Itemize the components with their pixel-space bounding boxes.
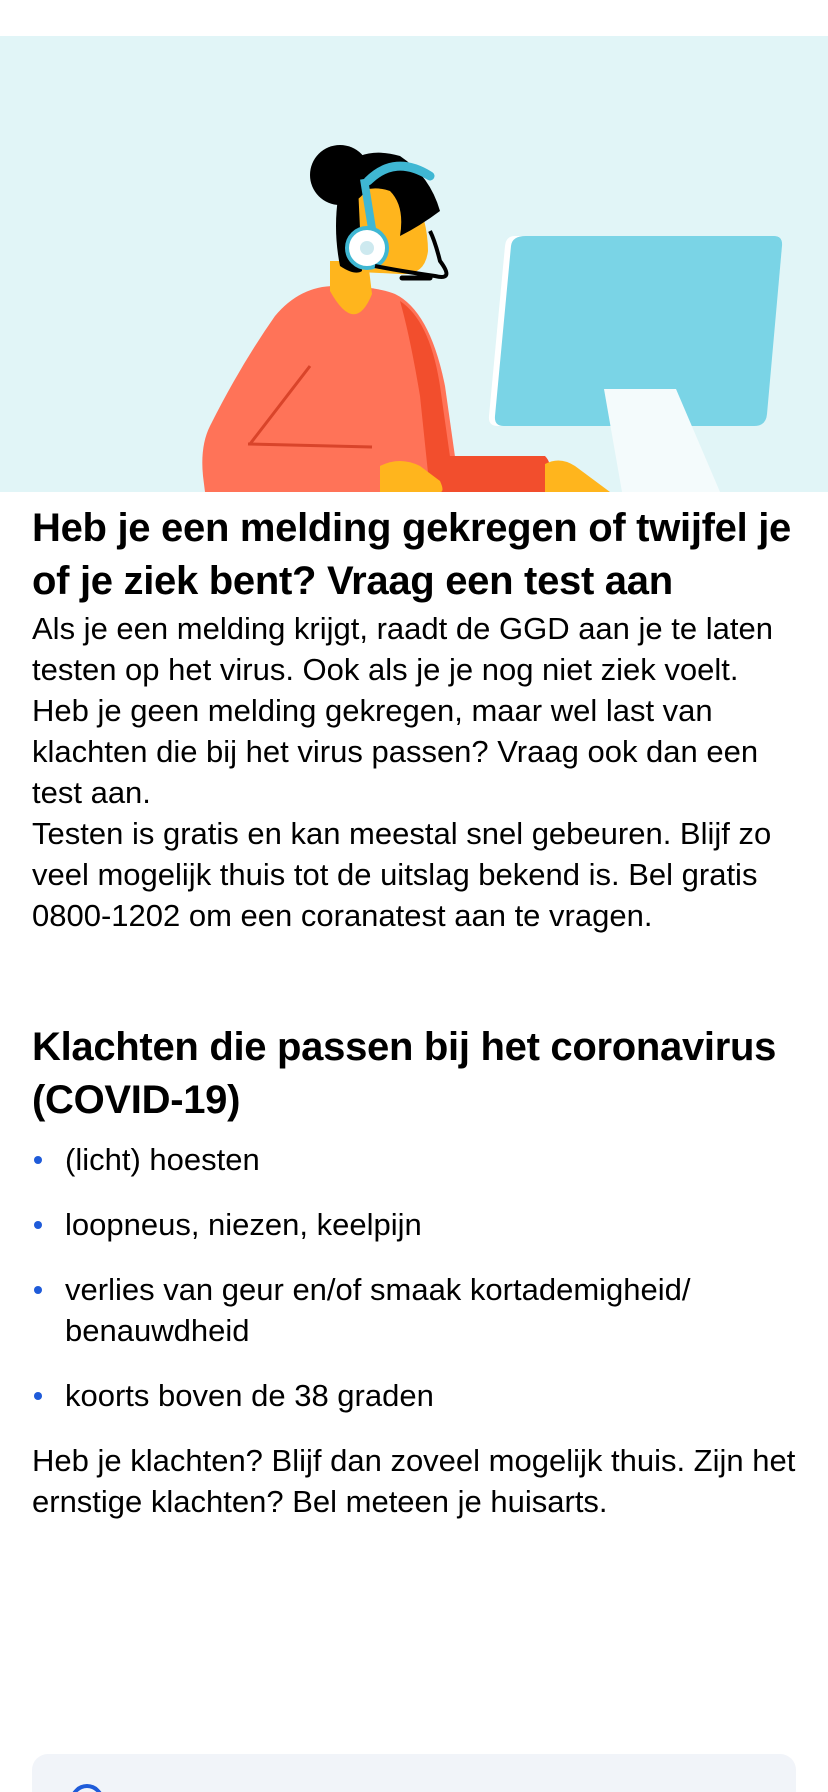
test-section-title: Heb je een melding gekregen of twijfel j…	[32, 506, 791, 603]
symptom-text: verlies van geur en/of smaak kortademigh…	[65, 1272, 691, 1348]
bullet-icon	[34, 1221, 42, 1229]
test-section-paragraph-2: Testen is gratis en kan meestal snel geb…	[32, 816, 772, 933]
monitor	[488, 236, 783, 492]
bullet-icon	[34, 1156, 42, 1164]
symptom-text: koorts boven de 38 graden	[65, 1378, 434, 1413]
list-item: (licht) hoesten	[32, 1139, 802, 1180]
symptom-text: (licht) hoesten	[65, 1142, 260, 1177]
bullet-icon	[34, 1392, 42, 1400]
info-icon	[62, 1776, 112, 1792]
test-section-paragraph-1: Als je een melding krijgt, raadt de GGD …	[32, 611, 773, 810]
list-item: loopneus, niezen, keelpijn	[32, 1204, 802, 1245]
bullet-icon	[34, 1286, 42, 1294]
symptom-text: loopneus, niezen, keelpijn	[65, 1207, 422, 1242]
symptoms-note: Heb je klachten? Blijf dan zoveel mogeli…	[32, 1443, 796, 1519]
agent-head	[310, 145, 449, 281]
hero-illustration	[0, 36, 828, 492]
symptoms-list: (licht) hoesten loopneus, niezen, keelpi…	[32, 1139, 802, 1416]
support-agent-illustration	[202, 145, 783, 492]
main-content: Heb je een melding gekregen of twijfel j…	[32, 502, 802, 1522]
info-card[interactable]	[32, 1754, 796, 1792]
list-item: verlies van geur en/of smaak kortademigh…	[32, 1269, 802, 1351]
symptoms-section-title: Klachten die passen bij het coronavirus …	[32, 1025, 777, 1122]
agent-hand-right	[545, 460, 610, 492]
list-item: koorts boven de 38 graden	[32, 1375, 802, 1416]
